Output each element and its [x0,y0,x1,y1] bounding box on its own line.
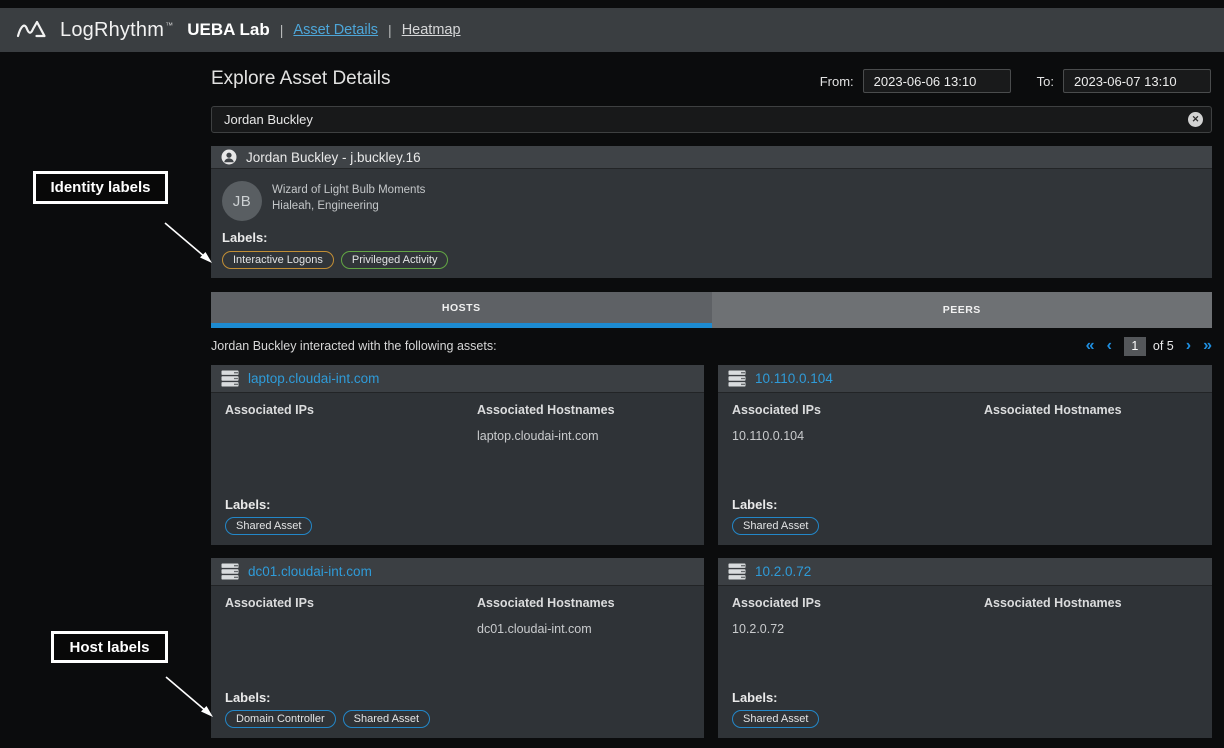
assets-description: Jordan Buckley interacted with the follo… [211,339,497,353]
associated-hostnames-heading: Associated Hostnames [984,596,1122,610]
asset-card: dc01.cloudai-int.com Associated IPs Asso… [211,558,704,738]
asset-label-pill: Shared Asset [343,710,430,728]
associated-hostnames-heading: Associated Hostnames [477,596,615,610]
asset-card-body: Associated IPs Associated Hostnames dc01… [211,585,704,738]
tab-hosts[interactable]: HOSTS [211,292,712,328]
from-label: From: [820,74,854,89]
identity-location: Hialeah, Engineering [272,200,379,212]
associated-ips-heading: Associated IPs [225,596,314,610]
card-labels-heading: Labels: [732,497,778,512]
search-box: ✕ [211,106,1212,133]
associated-ips-heading: Associated IPs [732,596,821,610]
asset-card-body: Associated IPs Associated Hostnames 10.1… [718,392,1212,545]
asset-card-header: laptop.cloudai-int.com [211,365,704,392]
nav-separator: | [388,22,392,38]
asset-labels: Shared Asset [225,517,319,535]
hostname-value: dc01.cloudai-int.com [477,622,592,636]
trademark-mark: ™ [165,21,173,30]
ip-value: 10.2.0.72 [732,622,784,636]
tab-peers[interactable]: PEERS [712,292,1213,328]
asset-card: laptop.cloudai-int.com Associated IPs As… [211,365,704,545]
previous-page-button[interactable]: ‹ [1107,337,1112,355]
identity-title: Jordan Buckley - j.buckley.16 [246,150,421,165]
associated-ips-heading: Associated IPs [732,403,821,417]
asset-name-link[interactable]: laptop.cloudai-int.com [248,371,379,386]
logrhythm-logo-icon [16,18,50,42]
last-page-button[interactable]: » [1203,337,1212,355]
asset-card-body: Associated IPs Associated Hostnames 10.2… [718,585,1212,738]
nav-separator: | [280,22,284,38]
server-icon [221,563,239,580]
date-range: From: To: [820,69,1211,93]
asset-label-pill: Shared Asset [732,517,819,535]
host-labels-callout: Host labels [51,631,168,663]
server-icon [728,563,746,580]
page-title: Explore Asset Details [211,68,391,90]
identity-labels-callout: Identity labels [33,171,168,204]
card-labels-heading: Labels: [225,497,271,512]
asset-labels: Shared Asset [732,710,826,728]
nav-link-heatmap[interactable]: Heatmap [402,22,461,38]
next-page-button[interactable]: › [1186,337,1191,355]
asset-name-link[interactable]: 10.2.0.72 [755,564,811,579]
hostname-value: laptop.cloudai-int.com [477,429,599,443]
associated-hostnames-heading: Associated Hostnames [984,403,1122,417]
associated-ips-heading: Associated IPs [225,403,314,417]
page-count-label: of 5 [1153,339,1174,353]
brand-name: LogRhythm™ [60,19,173,42]
asset-label-pill: Shared Asset [732,710,819,728]
search-input[interactable] [211,106,1212,133]
clear-search-icon[interactable]: ✕ [1188,112,1203,127]
current-page-indicator: 1 [1124,337,1146,356]
pagination: « ‹ 1 of 5 › » [1074,337,1212,356]
asset-card-header: 10.110.0.104 [718,365,1212,392]
identity-card-body: JB Wizard of Light Bulb Moments Hialeah,… [211,168,1212,278]
associated-hostnames-heading: Associated Hostnames [477,403,615,417]
asset-label-pill: Domain Controller [225,710,336,728]
asset-cards-grid: laptop.cloudai-int.com Associated IPs As… [211,365,1212,738]
asset-label-pill: Shared Asset [225,517,312,535]
person-icon [221,149,237,165]
identity-labels: Interactive Logons Privileged Activity [222,251,455,269]
identity-label-pill: Privileged Activity [341,251,449,269]
tab-bar: HOSTS PEERS [211,292,1212,328]
server-icon [728,370,746,387]
identity-role: Wizard of Light Bulb Moments [272,184,425,196]
from-date-input[interactable] [863,69,1011,93]
card-labels-heading: Labels: [732,690,778,705]
to-label: To: [1037,74,1054,89]
to-date-input[interactable] [1063,69,1211,93]
main-content: Explore Asset Details From: To: ✕ Jordan… [211,55,1212,748]
asset-card-body: Associated IPs Associated Hostnames lapt… [211,392,704,545]
asset-name-link[interactable]: 10.110.0.104 [755,371,833,386]
identity-card: Jordan Buckley - j.buckley.16 JB Wizard … [211,146,1212,278]
asset-name-link[interactable]: dc01.cloudai-int.com [248,564,372,579]
avatar: JB [222,181,262,221]
asset-labels: Domain Controller Shared Asset [225,710,437,728]
asset-card: 10.2.0.72 Associated IPs Associated Host… [718,558,1212,738]
assets-subheader: Jordan Buckley interacted with the follo… [211,335,1212,357]
asset-labels: Shared Asset [732,517,826,535]
nav-link-asset-details[interactable]: Asset Details [293,22,378,38]
server-icon [221,370,239,387]
ip-value: 10.110.0.104 [732,429,804,443]
asset-card-header: 10.2.0.72 [718,558,1212,585]
asset-card-header: dc01.cloudai-int.com [211,558,704,585]
identity-label-pill: Interactive Logons [222,251,334,269]
identity-labels-heading: Labels: [222,230,268,245]
top-navbar: LogRhythm™ UEBA Lab | Asset Details | He… [0,8,1224,52]
app-title: UEBA Lab [187,20,270,40]
identity-card-header: Jordan Buckley - j.buckley.16 [211,146,1212,168]
first-page-button[interactable]: « [1086,337,1095,355]
asset-card: 10.110.0.104 Associated IPs Associated H… [718,365,1212,545]
card-labels-heading: Labels: [225,690,271,705]
